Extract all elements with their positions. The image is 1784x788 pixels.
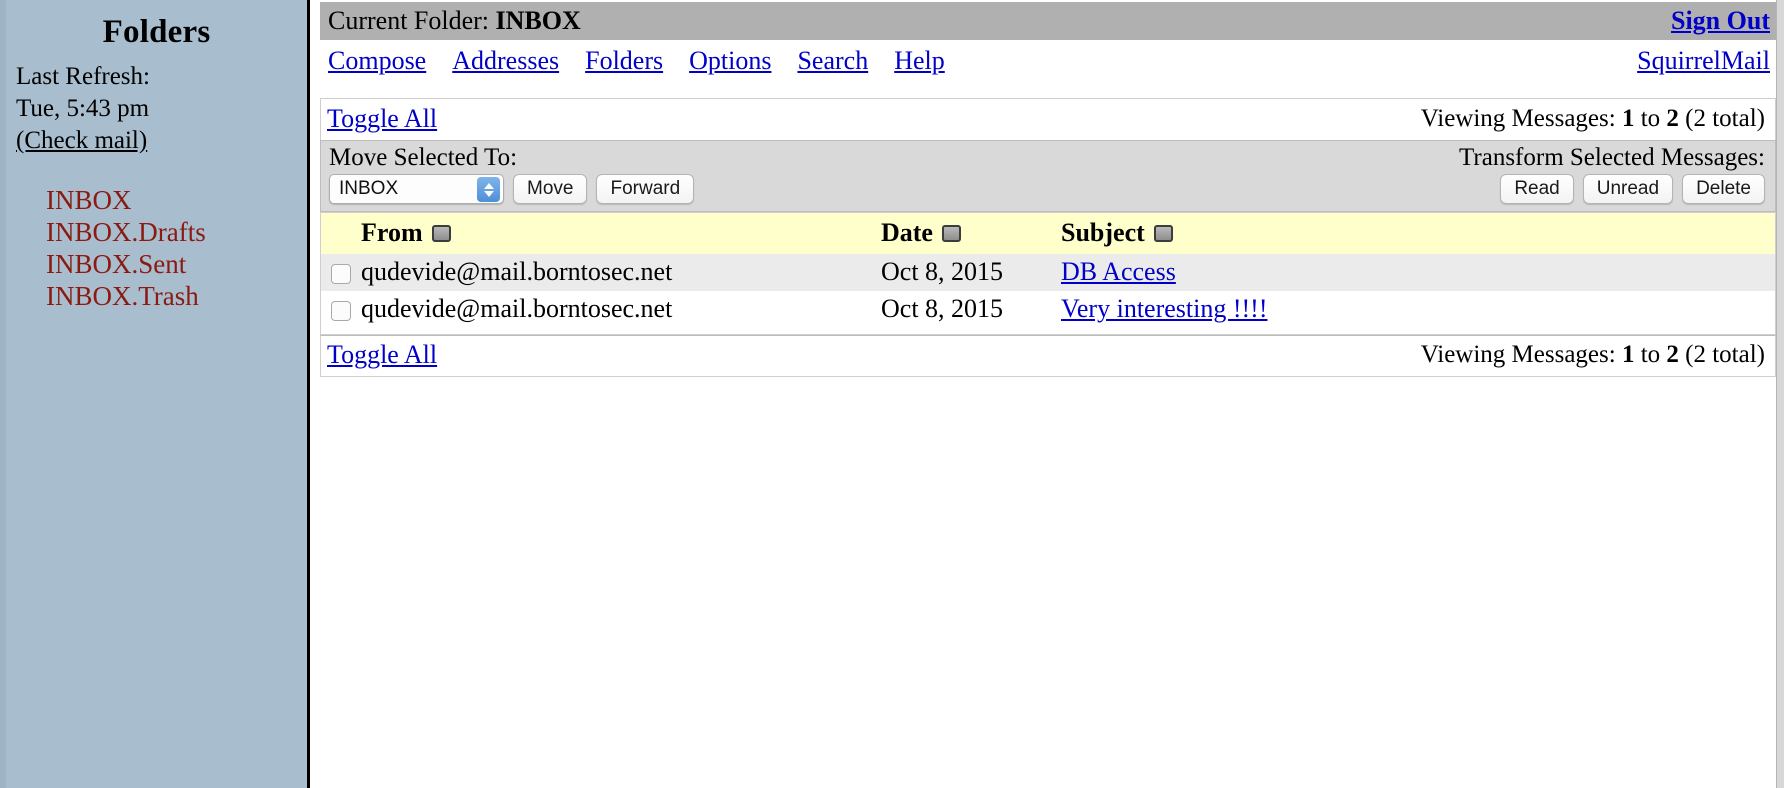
row-date: Oct 8, 2015 <box>881 257 1004 287</box>
sign-out-link[interactable]: Sign Out <box>1671 6 1770 36</box>
nav-options[interactable]: Options <box>689 46 771 75</box>
sidebar-folder-trash[interactable]: INBOX.Trash <box>46 281 307 313</box>
row-subject: DB Access <box>1061 254 1776 291</box>
move-controls-row: INBOX Move Forward <box>329 174 695 205</box>
current-folder-label: Current Folder: <box>328 6 490 35</box>
main-nav-links: Compose Addresses Folders Options Search… <box>328 46 967 76</box>
viewing-prefix-bottom: Viewing Messages: <box>1420 341 1616 369</box>
toggle-all-link-top[interactable]: Toggle All <box>327 104 437 134</box>
forward-button[interactable]: Forward <box>596 174 695 205</box>
delete-button[interactable]: Delete <box>1682 174 1765 205</box>
header-checkbox-cell <box>321 213 362 255</box>
header-subject-cell: Subject <box>1061 213 1776 255</box>
unread-button[interactable]: Unread <box>1582 174 1674 205</box>
message-subject-link[interactable]: DB Access <box>1061 257 1176 286</box>
viewing-prefix-top: Viewing Messages: <box>1420 104 1616 132</box>
transform-controls-row: Read Unread Delete <box>1500 174 1765 205</box>
sort-subject-icon[interactable] <box>1153 224 1173 242</box>
message-list-body: qudevide@mail.borntosec.net Oct 8, 2015 … <box>320 254 1776 335</box>
current-folder-bar: Current Folder: INBOX Sign Out <box>320 2 1776 40</box>
read-button[interactable]: Read <box>1500 174 1574 205</box>
main-nav-row: Compose Addresses Folders Options Search… <box>320 40 1776 84</box>
row-from: qudevide@mail.borntosec.net <box>361 294 673 324</box>
message-subject-link[interactable]: Very interesting !!!! <box>1061 294 1267 323</box>
message-header-row: From Date Subject <box>320 212 1776 255</box>
last-refresh-block: Last Refresh: Tue, 5:43 pm (Check mail) <box>0 61 307 157</box>
page-right-edge <box>1776 0 1784 788</box>
folder-list: INBOX INBOX.Drafts INBOX.Sent INBOX.Tras… <box>0 185 307 312</box>
viewing-from-top: 1 <box>1621 104 1635 132</box>
folders-sidebar: Folders Last Refresh: Tue, 5:43 pm (Chec… <box>0 0 310 788</box>
header-from-cell: From <box>361 213 881 255</box>
row-date: Oct 8, 2015 <box>881 294 1004 324</box>
viewing-to-word-top: to <box>1640 104 1661 132</box>
toggle-bar-top: Toggle All Viewing Messages: 1 to 2 (2 t… <box>320 98 1776 140</box>
table-spacer-row <box>320 328 1776 335</box>
viewing-total-top: (2 total) <box>1685 104 1765 132</box>
move-folder-select-value: INBOX <box>339 178 399 200</box>
viewing-from-bottom: 1 <box>1621 341 1635 369</box>
transform-selected-group: Transform Selected Messages: Read Unread… <box>1459 144 1765 205</box>
main-content: Current Folder: INBOX Sign Out Compose A… <box>310 0 1784 788</box>
sort-from-icon[interactable] <box>431 224 451 242</box>
folders-title: Folders <box>102 14 211 50</box>
move-selected-label: Move Selected To: <box>329 144 518 171</box>
row-checkbox-cell <box>321 254 362 291</box>
header-date-label: Date <box>881 218 933 248</box>
viewing-messages-bottom: Viewing Messages: 1 to 2 (2 total) <box>1421 341 1765 369</box>
row-subject: Very interesting !!!! <box>1061 291 1776 328</box>
viewing-to-bottom: 2 <box>1666 341 1679 369</box>
move-selected-group: Move Selected To: INBOX Move Forward <box>329 144 695 205</box>
squirrelmail-page: Folders Last Refresh: Tue, 5:43 pm (Chec… <box>0 0 1784 788</box>
last-refresh-time: Tue, 5:43 pm <box>16 95 150 122</box>
toggle-all-link-bottom[interactable]: Toggle All <box>327 340 437 370</box>
header-subject-label: Subject <box>1061 218 1145 248</box>
sidebar-folder-drafts[interactable]: INBOX.Drafts <box>46 217 307 249</box>
transform-selected-label: Transform Selected Messages: <box>1459 144 1765 171</box>
select-message-checkbox[interactable] <box>331 264 351 285</box>
toggle-bar-bottom: Toggle All Viewing Messages: 1 to 2 (2 t… <box>320 335 1776 378</box>
sidebar-folder-inbox[interactable]: INBOX <box>46 185 307 217</box>
message-action-toolbar: Move Selected To: INBOX Move Forward Tra… <box>320 140 1776 213</box>
squirrelmail-brand-link[interactable]: SquirrelMail <box>1637 46 1770 76</box>
current-folder-name: INBOX <box>495 6 581 35</box>
check-mail-link[interactable]: (Check mail) <box>16 127 147 154</box>
nav-search[interactable]: Search <box>797 46 868 75</box>
move-folder-select[interactable]: INBOX <box>329 174 504 205</box>
viewing-total-bottom: (2 total) <box>1685 341 1765 369</box>
viewing-to-word-bottom: to <box>1640 341 1661 369</box>
current-folder-text: Current Folder: INBOX <box>328 6 581 36</box>
table-row[interactable]: qudevide@mail.borntosec.net Oct 8, 2015 … <box>320 291 1776 329</box>
nav-addresses[interactable]: Addresses <box>452 46 559 75</box>
nav-folders[interactable]: Folders <box>585 46 663 75</box>
header-date-cell: Date <box>881 213 1061 255</box>
chevron-updown-icon[interactable] <box>477 177 500 203</box>
row-from: qudevide@mail.borntosec.net <box>361 257 673 287</box>
message-list-header: From Date Subject <box>320 212 1776 255</box>
sidebar-left-edge <box>0 0 6 788</box>
nav-compose[interactable]: Compose <box>328 46 426 75</box>
last-refresh-label: Last Refresh: <box>16 63 150 90</box>
move-button[interactable]: Move <box>513 174 588 205</box>
viewing-to-top: 2 <box>1666 104 1679 132</box>
nav-help[interactable]: Help <box>894 46 945 75</box>
message-list-table: From Date Subject qudevide@mail.borntose… <box>320 212 1776 336</box>
table-row[interactable]: qudevide@mail.borntosec.net Oct 8, 2015 … <box>320 254 1776 292</box>
sidebar-folder-sent[interactable]: INBOX.Sent <box>46 249 307 281</box>
viewing-messages-top: Viewing Messages: 1 to 2 (2 total) <box>1421 105 1765 133</box>
select-message-checkbox[interactable] <box>331 301 351 322</box>
row-checkbox-cell <box>321 291 362 328</box>
header-from-label: From <box>361 218 423 248</box>
sort-date-icon[interactable] <box>941 224 961 242</box>
